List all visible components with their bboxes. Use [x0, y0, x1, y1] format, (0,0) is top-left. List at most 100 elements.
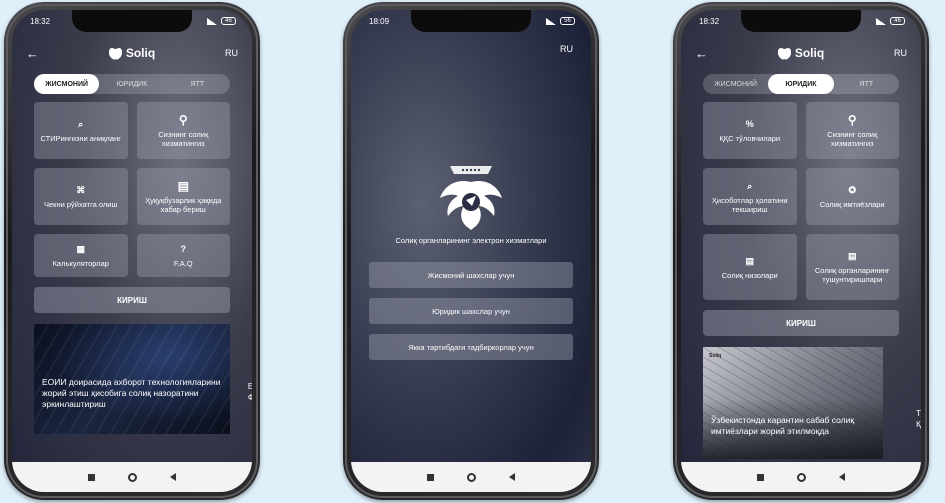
back-arrow-icon[interactable]: ←	[695, 46, 708, 61]
receipt-icon: ⌘	[76, 185, 86, 195]
tile-label: Сизнинг солиқ хизматингиз	[158, 129, 209, 148]
language-switch[interactable]: RU	[560, 44, 573, 54]
next-news-peek[interactable]: Е Ф	[248, 381, 252, 403]
badge-icon: ✪	[848, 185, 857, 195]
tile-label: Чекни рўйхатга олиш	[44, 200, 118, 209]
soliq-logo-icon	[109, 48, 122, 59]
question-icon: ?	[180, 244, 187, 254]
soliq-logo: Soliq	[778, 46, 824, 60]
news-card[interactable]: Soliq Ўзбекистонда карантин сабаб солиқ …	[703, 347, 883, 459]
android-nav-bar	[351, 462, 591, 492]
recent-apps-icon[interactable]	[427, 473, 435, 481]
tile-faq[interactable]: ? F.A.Q	[136, 234, 230, 277]
screen-individual: 18:32 46 ← Soliq RU ЖИСМОНИЙ ЮРИДИК ЯТТ …	[12, 10, 252, 492]
legal-entities-button[interactable]: Юридик шахслар учун	[369, 298, 573, 324]
tax-eagle-emblem-icon	[440, 166, 502, 230]
location-pin-icon: ⚲	[847, 112, 857, 127]
battery-icon: 46	[890, 17, 905, 25]
news-brand: Soliq	[709, 353, 722, 359]
battery-icon: 46	[221, 17, 236, 25]
phone-left: 18:32 46 ← Soliq RU ЖИСМОНИЙ ЮРИДИК ЯТТ …	[4, 2, 260, 500]
entrepreneurs-button[interactable]: Якка тартибдаги тадбиркорлар учун	[369, 334, 573, 360]
screen-legal: 18:32 46 ← Soliq RU ЖИСМОНИЙ ЮРИДИК ЯТТ …	[681, 10, 921, 492]
next-news-peek[interactable]: Т Қ	[916, 408, 921, 430]
calculator-icon: ▦	[76, 244, 85, 254]
location-pin-icon: ⚲	[178, 112, 188, 127]
percent-icon: %	[745, 119, 754, 129]
report-document-icon: ▤	[177, 178, 189, 193]
tile-tax-office[interactable]: ⚲ Сизнинг солиқ хизматингиз	[805, 102, 899, 159]
tile-tax-office[interactable]: ⚲ Сизнинг солиқ хизматингиз	[136, 102, 230, 159]
app-header: ← Soliq RU	[26, 44, 238, 62]
tile-vat-payers[interactable]: % ҚҚС тўловчилари	[703, 102, 797, 159]
search-icon: ⌕	[78, 119, 84, 129]
signal-icon	[207, 17, 217, 25]
android-nav-bar	[12, 462, 252, 492]
tile-label: Ҳисоботлар ҳолатини текшириш	[711, 195, 788, 214]
soliq-logo: Soliq	[109, 46, 155, 60]
status-time: 18:32	[30, 16, 51, 26]
tab-entrepreneur[interactable]: ЯТТ	[834, 74, 899, 94]
services-grid: % ҚҚС тўловчилари ⚲ Сизнинг солиқ хизмат…	[703, 102, 899, 300]
tile-tax-disputes[interactable]: ▤ Солиқ низолари	[703, 234, 797, 300]
news-headline: Ўзбекистонда карантин сабаб солиқ имтиёз…	[711, 415, 855, 436]
language-switch[interactable]: RU	[894, 48, 907, 58]
status-bar: 18:32 46	[699, 14, 905, 28]
tile-check-reports[interactable]: ⌕ Ҳисоботлар ҳолатини текшириш	[703, 168, 797, 225]
tab-bar: ЖИСМОНИЙ ЮРИДИК ЯТТ	[34, 74, 230, 94]
tab-entrepreneur[interactable]: ЯТТ	[165, 74, 230, 94]
recent-apps-icon[interactable]	[88, 473, 96, 481]
search-icon: ⌕	[747, 180, 753, 191]
tile-report-violation[interactable]: ▤ Ҳуқуқбузарлик ҳақида хабар бериш	[136, 168, 230, 225]
recent-apps-icon[interactable]	[757, 473, 765, 481]
tile-register-receipt[interactable]: ⌘ Чекни рўйхатга олиш	[34, 168, 128, 225]
soliq-logo-icon	[778, 48, 791, 59]
tile-tax-explanations[interactable]: ▤ Солиқ органларининг тушунтиришлари	[805, 234, 899, 300]
android-nav-bar	[681, 462, 921, 492]
document-icon: ▤	[745, 255, 754, 266]
tile-label: Сизнинг солиқ хизматингиз	[827, 129, 878, 148]
news-card[interactable]: ЕОИИ доирасида ахборот технологияларини …	[34, 324, 230, 434]
home-icon[interactable]	[466, 472, 476, 482]
back-icon[interactable]	[838, 473, 845, 481]
tab-individual[interactable]: ЖИСМОНИЙ	[34, 74, 100, 94]
tile-label: СТИРингизни аниқланг	[40, 134, 121, 143]
logo-text: Soliq	[125, 46, 156, 60]
tab-legal[interactable]: ЮРИДИК	[99, 74, 164, 94]
tab-bar: ЖИСМОНИЙ ЮРИДИК ЯТТ	[703, 74, 899, 94]
tile-label: Солиқ органларининг тушунтиришлари	[814, 266, 890, 284]
services-grid: ⌕ СТИРингизни аниқланг ⚲ Сизнинг солиқ х…	[34, 102, 230, 277]
back-arrow-icon[interactable]: ←	[26, 46, 39, 61]
tab-legal[interactable]: ЮРИДИК	[768, 74, 834, 94]
app-header: ← Soliq RU	[695, 44, 907, 62]
logo-text: Soliq	[794, 46, 825, 60]
tile-find-tin[interactable]: ⌕ СТИРингизни аниқланг	[34, 102, 128, 159]
status-bar: 18:32 46	[30, 14, 236, 28]
login-button[interactable]: КИРИШ	[703, 310, 899, 336]
status-time: 18:32	[699, 16, 720, 26]
signal-icon	[876, 17, 886, 25]
tile-calculators[interactable]: ▦ Калькуляторлар	[34, 234, 128, 277]
language-switch[interactable]: RU	[225, 48, 238, 58]
status-time: 18:09	[369, 16, 390, 26]
back-icon[interactable]	[508, 473, 515, 481]
tile-label: Солиқ имтиёзлари	[819, 200, 885, 209]
document-icon: ▤	[847, 251, 857, 261]
individuals-button[interactable]: Жисмоний шахслар учун	[369, 262, 573, 288]
home-icon[interactable]	[127, 472, 137, 482]
tile-label: Ҳуқуқбузарлик ҳақида хабар бериш	[145, 195, 222, 214]
services-title: Солиқ органларининг электрон хизматлари	[395, 236, 547, 245]
home-icon[interactable]	[796, 472, 806, 482]
tile-tax-benefits[interactable]: ✪ Солиқ имтиёзлари	[805, 168, 899, 225]
status-bar: 18:09 56	[369, 14, 575, 28]
battery-icon: 56	[560, 17, 575, 25]
phone-right: 18:32 46 ← Soliq RU ЖИСМОНИЙ ЮРИДИК ЯТТ …	[673, 2, 929, 500]
tile-label: ҚҚС тўловчилари	[719, 134, 781, 143]
tile-label: Солиқ низолари	[721, 270, 778, 280]
login-button[interactable]: КИРИШ	[34, 287, 230, 313]
tile-label: Калькуляторлар	[52, 259, 109, 268]
screen-splash: 18:09 56 RU Солиқ органларининг электрон…	[351, 10, 591, 492]
signal-icon	[546, 17, 556, 25]
tab-individual[interactable]: ЖИСМОНИЙ	[703, 74, 768, 94]
back-icon[interactable]	[169, 473, 176, 481]
